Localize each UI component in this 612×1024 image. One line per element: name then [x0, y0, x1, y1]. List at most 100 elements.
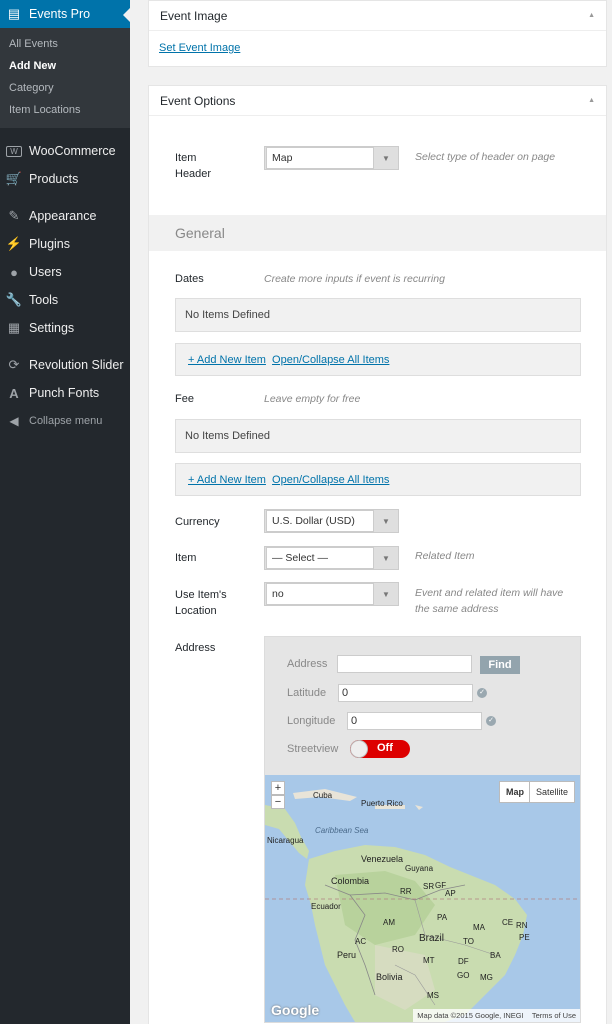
settings-icon: ▦	[7, 320, 21, 335]
dates-actions: + Add New Item Open/Collapse All Items	[175, 343, 581, 376]
streetview-toggle[interactable]: Off	[350, 740, 410, 758]
currency-select[interactable]: U.S. Dollar (USD) ▼	[264, 509, 399, 533]
dates-add-new-item[interactable]: + Add New Item	[188, 354, 266, 366]
currency-label: Currency	[175, 516, 220, 528]
use-location-select[interactable]: no ▼	[264, 582, 399, 606]
map-label: Bolivia	[376, 972, 403, 982]
sidebar-item-users[interactable]: ● Users	[0, 258, 130, 286]
fee-actions: + Add New Item Open/Collapse All Items	[175, 463, 581, 496]
latitude-label: Latitude	[287, 687, 327, 699]
fee-open-collapse-all[interactable]: Open/Collapse All Items	[272, 474, 389, 486]
chevron-down-icon: ▼	[382, 153, 390, 163]
map-label: GF	[435, 881, 447, 890]
sidebar-item-plugins[interactable]: ⚡ Plugins	[0, 230, 130, 258]
map-label: RO	[392, 945, 404, 954]
fee-add-new-item[interactable]: + Add New Item	[188, 474, 266, 486]
sidebar-item-tools[interactable]: 🔧 Tools	[0, 286, 130, 314]
collapse-arrow-icon: ◀	[9, 414, 19, 428]
map-attribution: Map data ©2015 Google, INEGI Terms of Us…	[413, 1009, 580, 1022]
find-button[interactable]: Find	[480, 656, 520, 674]
item-hint: Related Item	[415, 550, 475, 562]
event-image-panel: Event Image ▲ Set Event Image	[148, 0, 607, 67]
toggle-knob	[350, 740, 368, 758]
panel-title: Event Options	[160, 93, 236, 108]
sidebar-item-appearance[interactable]: ✎ Appearance	[0, 202, 130, 230]
map-label: PE	[519, 933, 530, 942]
item-header-select[interactable]: Map ▼	[264, 146, 399, 170]
google-map[interactable]: + − Map Satellite Cuba Puerto Rico Carib…	[265, 775, 580, 1022]
submenu-item-locations[interactable]: Item Locations	[0, 99, 130, 121]
user-icon: ●	[10, 264, 18, 280]
latitude-input[interactable]	[338, 684, 473, 702]
set-event-image-link[interactable]: Set Event Image	[159, 42, 240, 54]
map-label: Colombia	[331, 876, 370, 886]
map-label: DF	[458, 957, 469, 966]
zoom-in-button[interactable]: +	[271, 781, 285, 795]
map-label: RN	[516, 921, 528, 930]
fee-label: Fee	[175, 393, 194, 405]
map-type-map-button[interactable]: Map	[499, 781, 531, 803]
dates-label: Dates	[175, 273, 204, 285]
longitude-label: Longitude	[287, 715, 336, 727]
chevron-down-icon: ▼	[382, 589, 390, 599]
use-location-label: Use Item's Location	[175, 589, 227, 617]
map-label: AM	[383, 918, 395, 927]
collapse-arrow-icon[interactable]: ▲	[588, 97, 595, 104]
address-field-label: Address	[287, 658, 328, 670]
longitude-input[interactable]	[347, 712, 482, 730]
map-label: SR	[423, 882, 435, 891]
map-type-satellite-button[interactable]: Satellite	[529, 781, 576, 803]
collapse-arrow-icon[interactable]: ▲	[588, 12, 595, 19]
map-label: RR	[400, 887, 412, 896]
events-submenu: All Events Add New Category Item Locatio…	[0, 28, 130, 128]
submenu-all-events[interactable]: All Events	[0, 33, 130, 55]
sidebar-item-settings[interactable]: ▦ Settings	[0, 314, 130, 342]
paintbrush-icon: ✎	[8, 208, 20, 223]
font-icon: A	[9, 385, 19, 401]
cart-icon: 🛒	[5, 171, 23, 186]
address-label: Address	[175, 642, 216, 654]
map-label: Brazil	[419, 933, 445, 944]
map-label: MS	[427, 991, 439, 1000]
event-options-header[interactable]: Event Options ▲	[149, 86, 606, 116]
sidebar-item-revolution-slider[interactable]: ⟳ Revolution Slider	[0, 351, 130, 379]
refresh-icon: ⟳	[8, 357, 20, 372]
map-label: MA	[473, 923, 485, 932]
streetview-label: Streetview	[287, 743, 339, 755]
item-select[interactable]: — Select — ▼	[264, 546, 399, 570]
map-label: Peru	[337, 950, 357, 960]
wrench-icon: 🔧	[5, 292, 23, 307]
dates-empty-box: No Items Defined	[175, 298, 581, 332]
map-label: AP	[445, 889, 456, 898]
address-geolocation-box: Address Find Latitude ✓ Longitude ✓ Stre…	[264, 636, 581, 1023]
zoom-out-button[interactable]: −	[271, 795, 285, 809]
sidebar-item-punch-fonts[interactable]: A Punch Fonts	[0, 379, 130, 407]
sidebar-item-events-pro[interactable]: ▤ Events Pro	[0, 0, 130, 28]
item-header-label: Item Header	[175, 152, 212, 180]
event-options-panel: Event Options ▲ Item Header Map ▼ Select…	[148, 85, 607, 1024]
map-label: Nicaragua	[267, 836, 304, 845]
sidebar-item-woocommerce[interactable]: W WooCommerce	[0, 137, 130, 165]
collapse-menu-button[interactable]: ◀ Collapse menu	[0, 407, 130, 435]
map-label: Cuba	[313, 791, 333, 800]
general-section-title: General	[149, 215, 606, 251]
map-label: Caribbean Sea	[315, 826, 369, 835]
check-icon: ✓	[477, 688, 487, 698]
map-label: MT	[423, 956, 435, 965]
map-label: PA	[437, 913, 448, 922]
address-input[interactable]	[337, 655, 472, 673]
calendar-icon: ▤	[7, 6, 21, 21]
sidebar-item-products[interactable]: 🛒 Products	[0, 165, 130, 193]
check-icon: ✓	[486, 716, 496, 726]
map-label: CE	[502, 918, 514, 927]
map-label: Ecuador	[311, 902, 341, 911]
woocommerce-icon: W	[6, 145, 22, 157]
fee-empty-box: No Items Defined	[175, 419, 581, 453]
event-image-header[interactable]: Event Image ▲	[149, 1, 606, 31]
terms-of-use-link[interactable]: Terms of Use	[532, 1011, 576, 1020]
dates-hint: Create more inputs if event is recurring	[264, 273, 445, 285]
dates-open-collapse-all[interactable]: Open/Collapse All Items	[272, 354, 389, 366]
submenu-add-new[interactable]: Add New	[0, 55, 130, 77]
map-land-shapes	[265, 789, 580, 1022]
submenu-category[interactable]: Category	[0, 77, 130, 99]
